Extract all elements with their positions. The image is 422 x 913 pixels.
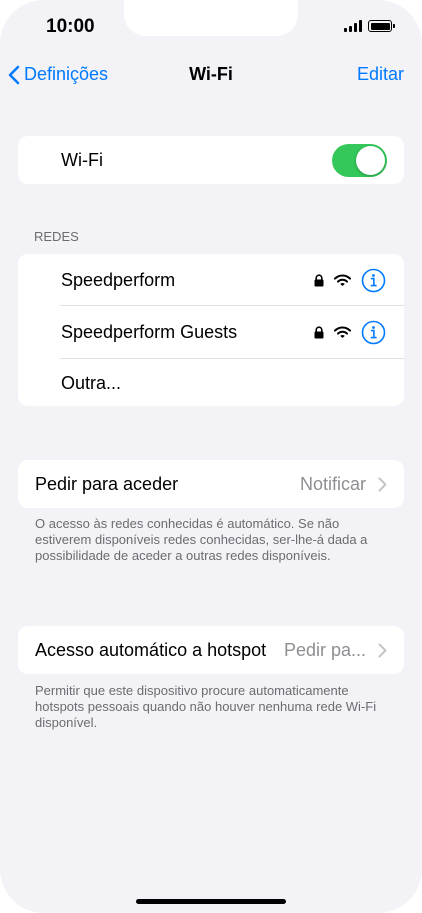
cellular-signal-icon [344, 20, 362, 32]
toggle-knob [356, 146, 385, 175]
battery-icon [368, 20, 395, 32]
info-icon[interactable] [361, 320, 386, 345]
info-icon[interactable] [361, 268, 386, 293]
lock-icon [314, 325, 324, 338]
wifi-label: Wi-Fi [61, 149, 103, 170]
network-row-speedperform-guests[interactable]: Speedperform Guests [18, 308, 404, 356]
networks-header: REDES [34, 229, 79, 244]
ask-to-join-label: Pedir para aceder [35, 473, 179, 494]
networks-group: Speedperform Speedperform Guests Outra..… [18, 254, 404, 406]
wifi-toggle-group: Wi-Fi [18, 136, 404, 184]
network-row-other[interactable]: Outra... [18, 359, 404, 406]
network-status-icons [314, 320, 386, 345]
chevron-right-icon [378, 643, 387, 657]
notch [124, 0, 298, 36]
auto-hotspot-footer: Permitir que este dispositivo procure au… [35, 683, 377, 730]
status-time: 10:00 [46, 16, 95, 37]
chevron-right-icon [378, 477, 387, 491]
wifi-signal-icon [334, 326, 351, 338]
wifi-toggle-row: Wi-Fi [18, 136, 404, 184]
network-name: Speedperform [61, 269, 176, 290]
navigation-bar: Definições Wi-Fi Editar [0, 60, 422, 90]
home-indicator[interactable] [136, 899, 286, 904]
network-row-speedperform[interactable]: Speedperform [18, 256, 404, 304]
network-name: Speedperform Guests [61, 321, 238, 342]
lock-icon [314, 273, 324, 286]
edit-button[interactable]: Editar [357, 64, 404, 85]
other-network-label: Outra... [61, 372, 122, 393]
wifi-signal-icon [334, 274, 351, 286]
wifi-toggle-switch[interactable] [332, 144, 387, 177]
auto-hotspot-label: Acesso automático a hotspot [35, 639, 267, 660]
phone-screen: 10:00 Definições Wi-Fi Editar Wi-Fi REDE… [0, 0, 422, 913]
ask-to-join-footer: O acesso às redes conhecidas é automátic… [35, 516, 368, 563]
auto-hotspot-group: Acesso automático a hotspot Pedir pa... [18, 626, 404, 674]
auto-hotspot-value: Pedir pa... [283, 639, 366, 660]
network-status-icons [314, 268, 386, 293]
status-icons [344, 20, 395, 32]
auto-hotspot-row[interactable]: Acesso automático a hotspot Pedir pa... [18, 626, 404, 674]
ask-to-join-group: Pedir para aceder Notificar [18, 460, 404, 508]
row-divider [60, 305, 404, 306]
ask-to-join-value: Notificar [299, 473, 366, 494]
ask-to-join-row[interactable]: Pedir para aceder Notificar [18, 460, 404, 508]
